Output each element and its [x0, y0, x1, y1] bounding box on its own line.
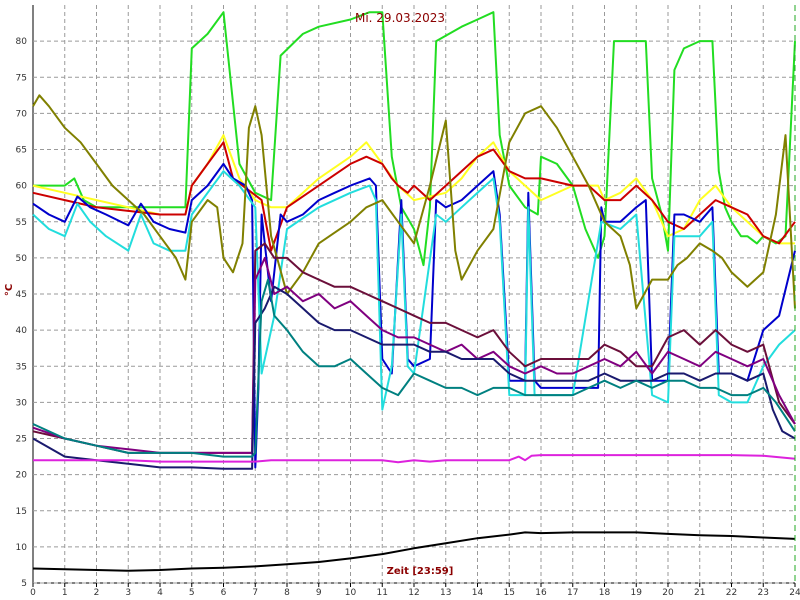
- chart-background: [0, 0, 800, 600]
- y-tick-label: 30: [16, 398, 28, 408]
- x-tick-label: 14: [472, 588, 484, 598]
- x-tick-label: 20: [662, 588, 674, 598]
- y-tick-label: 75: [16, 73, 27, 83]
- x-tick-label: 9: [316, 588, 322, 598]
- x-tick-label: 18: [599, 588, 611, 598]
- x-tick-label: 23: [758, 588, 769, 598]
- y-tick-label: 65: [16, 146, 27, 156]
- x-tick-label: 13: [440, 588, 451, 598]
- line-chart: 5101520253035404550556065707580 01234567…: [0, 0, 800, 600]
- y-tick-label: 70: [16, 109, 28, 119]
- x-tick-label: 1: [62, 588, 68, 598]
- x-tick-label: 16: [535, 588, 547, 598]
- y-tick-label: 15: [16, 507, 27, 517]
- y-axis-label: °C: [4, 284, 15, 296]
- y-tick-label: 5: [21, 579, 27, 589]
- x-tick-label: 7: [252, 588, 258, 598]
- y-tick-label: 60: [16, 182, 28, 192]
- x-tick-label: 11: [377, 588, 388, 598]
- y-tick-label: 40: [16, 326, 28, 336]
- x-tick-label: 17: [567, 588, 578, 598]
- x-tick-label: 2: [94, 588, 100, 598]
- chart-title: Mi. 29.03.2023: [355, 11, 445, 25]
- x-tick-label: 21: [694, 588, 705, 598]
- x-tick-label: 15: [504, 588, 515, 598]
- y-tick-label: 35: [16, 362, 27, 372]
- x-tick-label: 0: [30, 588, 36, 598]
- x-tick-label: 3: [125, 588, 131, 598]
- x-tick-label: 8: [284, 588, 290, 598]
- x-tick-label: 6: [221, 588, 227, 598]
- y-tick-label: 50: [16, 254, 28, 264]
- y-tick-label: 45: [16, 290, 27, 300]
- x-axis-label: Zeit [23:59]: [387, 566, 454, 577]
- x-tick-label: 5: [189, 588, 195, 598]
- x-tick-label: 4: [157, 588, 163, 598]
- y-tick-label: 20: [16, 471, 28, 481]
- x-tick-label: 12: [408, 588, 419, 598]
- x-tick-label: 19: [631, 588, 643, 598]
- x-tick-label: 24: [789, 588, 800, 598]
- x-tick-label: 10: [345, 588, 357, 598]
- x-tick-label: 22: [726, 588, 737, 598]
- y-tick-label: 80: [16, 37, 28, 47]
- y-tick-label: 25: [16, 435, 27, 445]
- y-tick-label: 10: [16, 543, 28, 553]
- y-tick-label: 55: [16, 218, 27, 228]
